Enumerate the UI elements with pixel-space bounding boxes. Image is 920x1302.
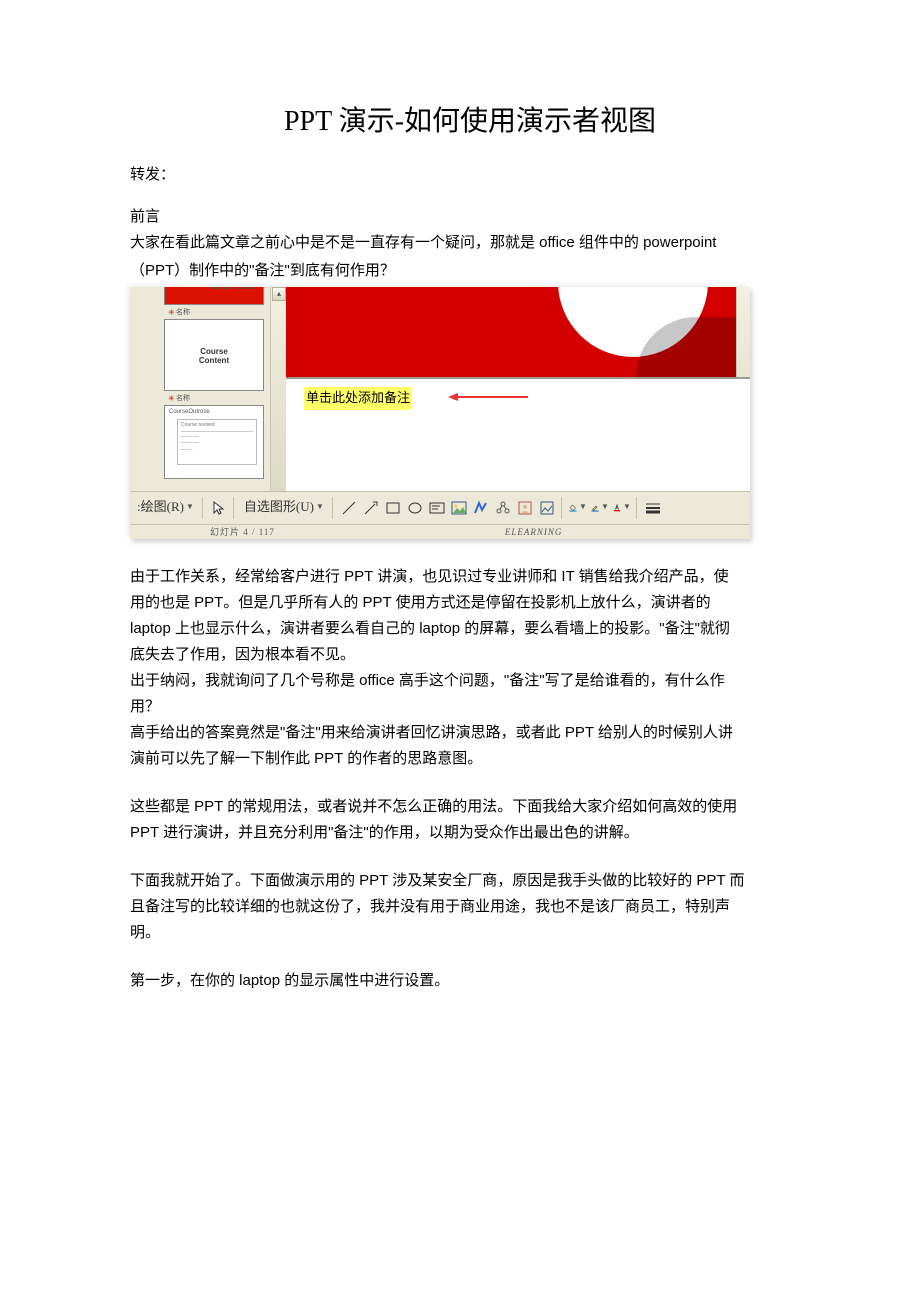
slide-thumbnails-pane: Virus Protection and Analysis Cours ✳ 名称… xyxy=(130,287,286,509)
thumbnail-label: 名称 xyxy=(176,393,190,404)
body-text: 下面我就开始了。下面做演示用的 PPT 涉及某安全厂商，原因是我手头做的比较好的… xyxy=(130,869,810,893)
line-tool-icon[interactable] xyxy=(340,499,358,517)
body-text: laptop 上也显示什么，演讲者要么看自己的 laptop 的屏幕，要么看墙上… xyxy=(130,617,810,641)
animation-star-icon: ✳ xyxy=(168,393,175,406)
body-text: 演前可以先了解一下制作此 PPT 的作者的思路意图。 xyxy=(130,747,810,771)
clipart-icon[interactable] xyxy=(516,499,534,517)
slide-canvas[interactable]: ✥ xyxy=(286,287,736,377)
body-text: 由于工作关系，经常给客户进行 PPT 讲演，也见识过专业讲师和 IT 销售给我介… xyxy=(130,565,810,589)
select-arrow-icon[interactable] xyxy=(210,499,228,517)
thumbnail-slide[interactable]: CourseOutrose Course revised — — —— — ——… xyxy=(164,405,264,479)
thumbnail-label: 名称 xyxy=(176,307,190,318)
intro-line1: 大家在看此篇文章之前心中是不是一直存有一个疑问，那就是 office 组件中的 … xyxy=(130,231,810,255)
body-text: 用的也是 PPT。但是几乎所有人的 PPT 使用方式还是停留在投影机上放什么，演… xyxy=(130,591,810,615)
oval-tool-icon[interactable] xyxy=(406,499,424,517)
intro-heading: 前言 xyxy=(130,205,810,229)
thumbnail-scrollbar[interactable]: ▴ ▾ xyxy=(270,287,286,509)
forward-label: 转发： xyxy=(130,163,810,187)
draw-menu-button[interactable]: : 绘图(R) ▼ xyxy=(134,496,197,520)
body-text: 第一步，在你的 laptop 的显示属性中进行设置。 xyxy=(130,969,810,993)
body-text: 出于纳闷，我就询问了几个号称是 office 高手这个问题，"备注"写了是给谁看… xyxy=(130,669,810,693)
notes-placeholder[interactable]: 单击此处添加备注 xyxy=(304,387,412,410)
fill-color-icon[interactable]: ▼ xyxy=(569,499,587,517)
thumbnail-title: CourseOutrose xyxy=(165,406,263,418)
wordart-icon[interactable] xyxy=(472,499,490,517)
diagram-icon[interactable] xyxy=(494,499,512,517)
intro-line2: （PPT）制作中的"备注"到底有何作用？ xyxy=(130,259,810,283)
ppt-screenshot-figure: Virus Protection and Analysis Cours ✳ 名称… xyxy=(130,287,750,539)
page-title: PPT 演示-如何使用演示者视图 xyxy=(130,100,810,145)
textbox-tool-icon[interactable] xyxy=(428,499,446,517)
thumbnail-slide[interactable]: Virus Protection and Analysis Cours xyxy=(164,287,264,305)
status-template-name: ELEARNING xyxy=(505,525,563,539)
body-text: PPT 进行演讲，并且充分利用"备注"的作用，以期为受众作出最出色的讲解。 xyxy=(130,821,810,845)
arrow-tool-icon[interactable] xyxy=(362,499,380,517)
insert-image-icon[interactable] xyxy=(538,499,556,517)
thumbnail-body: Course revised — — —— — —— — xyxy=(177,419,257,465)
rectangle-tool-icon[interactable] xyxy=(384,499,402,517)
drawing-toolbar: : 绘图(R) ▼ 自选图形(U) ▼ ▼ ▼ ▼ xyxy=(130,491,750,525)
insert-picture-icon[interactable] xyxy=(450,499,468,517)
notes-pane[interactable]: 单击此处添加备注 xyxy=(286,377,750,491)
line-color-icon[interactable]: ▼ xyxy=(591,499,609,517)
body-text: 明。 xyxy=(130,921,810,945)
scroll-up-icon[interactable]: ▴ xyxy=(272,287,286,301)
thumbnail-text: Course Content xyxy=(165,348,263,366)
annotation-arrow-icon xyxy=(448,393,528,401)
body-text: 这些都是 PPT 的常规用法，或者说并不怎么正确的用法。下面我给大家介绍如何高效… xyxy=(130,795,810,819)
body-text: 高手给出的答案竟然是"备注"用来给演讲者回忆讲演思路，或者此 PPT 给别人的时… xyxy=(130,721,810,745)
font-color-icon[interactable]: ▼ xyxy=(613,499,631,517)
autoshape-menu-button[interactable]: 自选图形(U) ▼ xyxy=(241,496,327,520)
thumbnail-slide[interactable]: Course Content xyxy=(164,319,264,391)
body-text: 用？ xyxy=(130,695,810,719)
status-bar: 幻灯片 4 / 117 ELEARNING xyxy=(130,525,750,539)
thumbnail-text: Virus Protection and Analysis Cours xyxy=(205,287,259,292)
body-text: 底失去了作用，因为根本看不见。 xyxy=(130,643,810,667)
body-text: 且备注写的比较详细的也就这份了，我并没有用于商业用途，我也不是该厂商员工，特别声 xyxy=(130,895,810,919)
animation-star-icon: ✳ xyxy=(168,307,175,320)
status-slide-count: 幻灯片 4 / 117 xyxy=(210,525,275,539)
line-style-icon[interactable] xyxy=(644,499,662,517)
